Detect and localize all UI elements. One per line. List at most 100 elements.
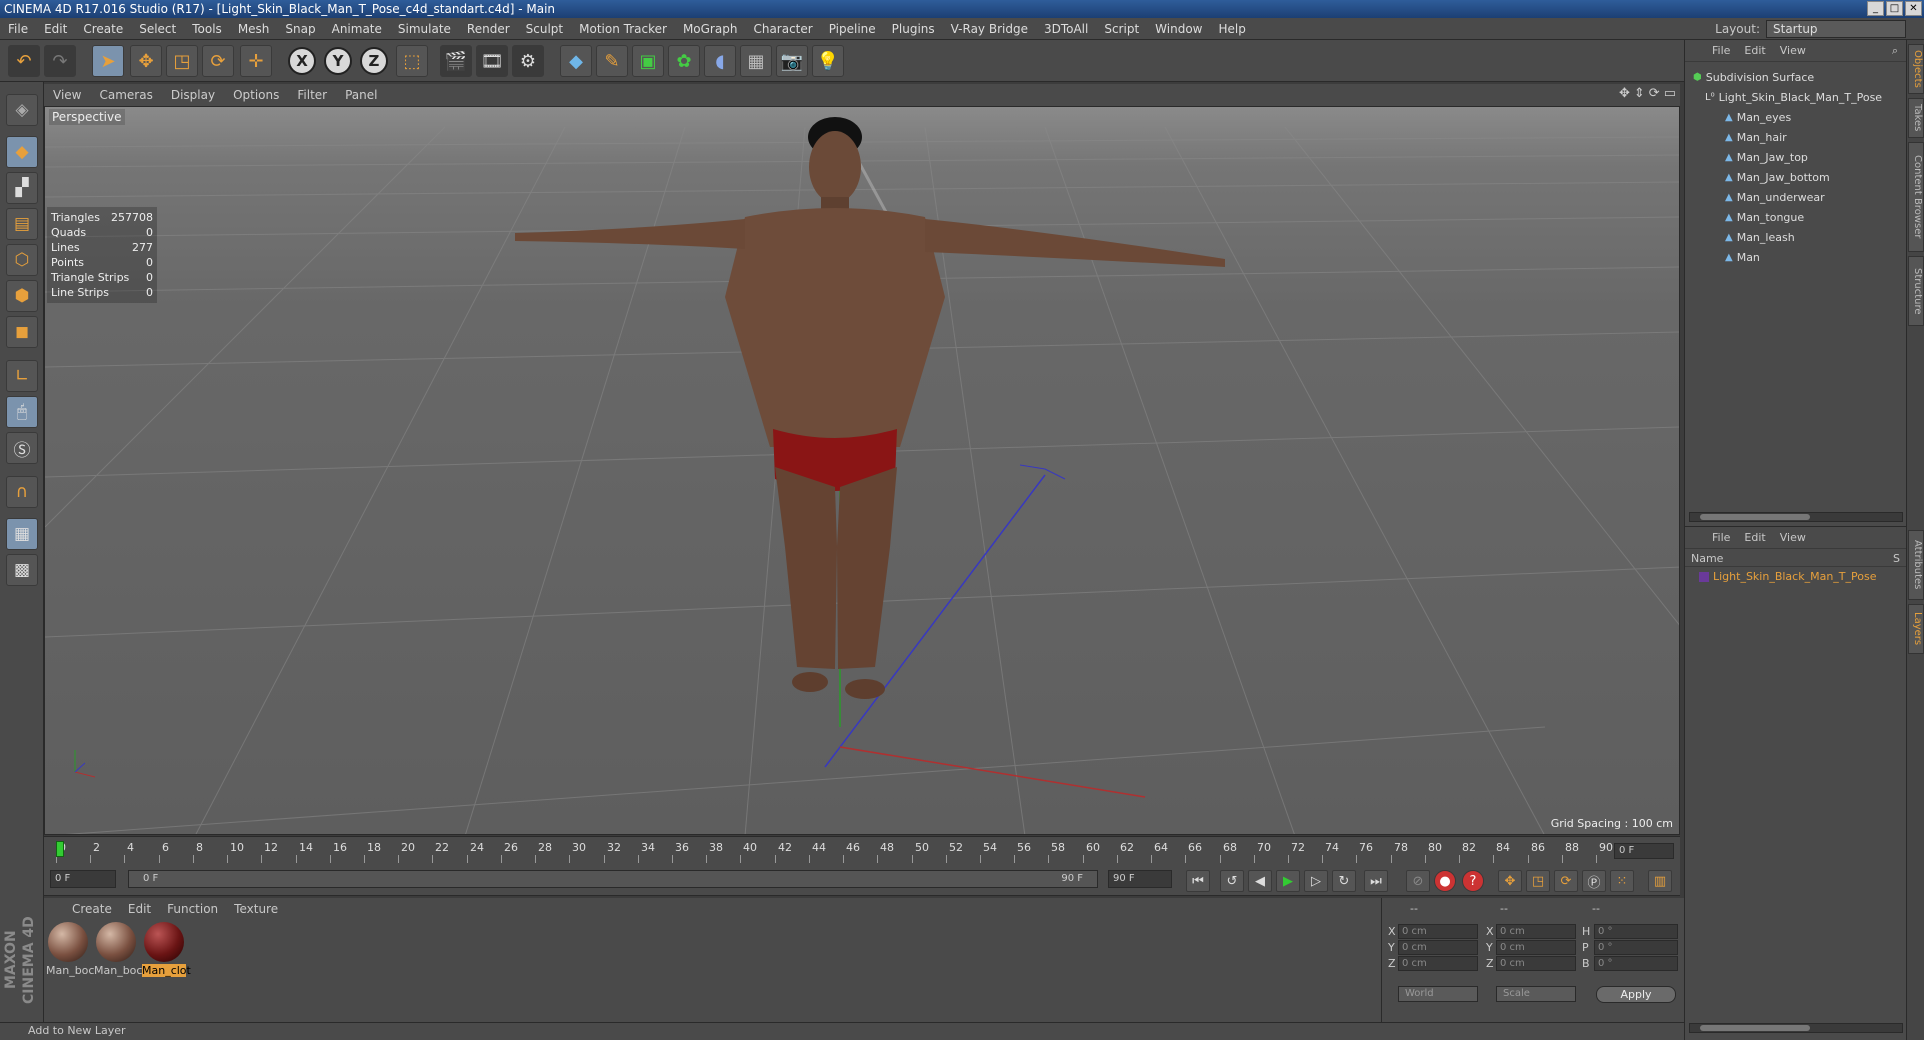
menu-mesh[interactable]: Mesh bbox=[230, 22, 278, 36]
render-picture-viewer-icon[interactable]: 🎞 bbox=[476, 45, 508, 77]
menu-pipeline[interactable]: Pipeline bbox=[821, 22, 884, 36]
menu-animate[interactable]: Animate bbox=[324, 22, 390, 36]
search-icon[interactable]: ⌕ bbox=[1885, 44, 1906, 58]
tree-item-mesh[interactable]: ▲ Man_Jaw_top bbox=[1725, 150, 1808, 166]
key-position-icon[interactable]: ✥ bbox=[1498, 870, 1522, 892]
redo-icon[interactable]: ↷ bbox=[44, 45, 76, 77]
playhead-marker[interactable] bbox=[56, 841, 64, 857]
current-frame-field[interactable]: 0 F bbox=[50, 870, 116, 888]
scale-icon[interactable]: ◳ bbox=[166, 45, 198, 77]
viewport-menu-view[interactable]: View bbox=[44, 88, 90, 102]
minimize-button[interactable]: _ bbox=[1867, 1, 1884, 16]
rotation-p-field[interactable]: 0 ° bbox=[1594, 940, 1678, 955]
edges-mode-icon[interactable]: ⬢ bbox=[6, 280, 38, 312]
next-key-icon[interactable]: ↻ bbox=[1332, 870, 1356, 892]
y-axis-icon[interactable]: Y bbox=[324, 47, 352, 75]
material-menu-create[interactable]: Create bbox=[64, 902, 120, 916]
layer-menu-view[interactable]: View bbox=[1773, 531, 1813, 544]
menu-3dtoall[interactable]: 3DToAll bbox=[1036, 22, 1096, 36]
menu-select[interactable]: Select bbox=[131, 22, 184, 36]
layer-item[interactable]: Light_Skin_Black_Man_T_Pose bbox=[1699, 569, 1877, 585]
texture-mode-icon[interactable]: ▞ bbox=[6, 172, 38, 204]
menu-snap[interactable]: Snap bbox=[277, 22, 323, 36]
viewport-camera-label[interactable]: Perspective bbox=[49, 109, 125, 125]
position-x-field[interactable]: 0 cm bbox=[1398, 924, 1478, 939]
tweak-mode-icon[interactable]: 🖱 bbox=[6, 396, 38, 428]
snap-icon[interactable]: Ⓢ bbox=[6, 432, 38, 464]
tree-item-mesh[interactable]: ▲ Man_tongue bbox=[1725, 210, 1804, 226]
tab-objects[interactable]: Objects bbox=[1908, 44, 1924, 94]
menu-edit[interactable]: Edit bbox=[36, 22, 75, 36]
tree-item-mesh[interactable]: ▲ Man_eyes bbox=[1725, 110, 1791, 126]
key-scale-icon[interactable]: ◳ bbox=[1526, 870, 1550, 892]
material-item-selected[interactable]: Man_clot bbox=[142, 922, 191, 982]
position-y-field[interactable]: 0 cm bbox=[1398, 940, 1478, 955]
key-pla-icon[interactable]: ⁙ bbox=[1610, 870, 1634, 892]
maximize-button[interactable]: □ bbox=[1886, 1, 1903, 16]
pan-icon[interactable]: ✥ bbox=[1619, 86, 1630, 101]
menu-render[interactable]: Render bbox=[459, 22, 518, 36]
tab-content-browser[interactable]: Content Browser bbox=[1908, 142, 1924, 252]
tree-item-mesh[interactable]: ▲ Man bbox=[1725, 250, 1760, 266]
deformer-icon[interactable]: ◖ bbox=[704, 45, 736, 77]
tree-item-mesh[interactable]: ▲ Man_leash bbox=[1725, 230, 1795, 246]
key-rotation-icon[interactable]: ⟳ bbox=[1554, 870, 1578, 892]
record-active-icon[interactable]: ● bbox=[1434, 870, 1456, 892]
material-menu-texture[interactable]: Texture bbox=[226, 902, 286, 916]
coordinate-space-dropdown[interactable]: World bbox=[1398, 986, 1478, 1002]
floor-icon[interactable]: ▦ bbox=[740, 45, 772, 77]
layer-menu-file[interactable]: File bbox=[1705, 531, 1737, 544]
menu-mograph[interactable]: MoGraph bbox=[675, 22, 746, 36]
polygons-mode-icon[interactable]: ◼ bbox=[6, 316, 38, 348]
planar-workplane-icon[interactable]: ▩ bbox=[6, 554, 38, 586]
move-icon[interactable]: ✥ bbox=[130, 45, 162, 77]
object-menu-edit[interactable]: Edit bbox=[1737, 44, 1772, 57]
tab-structure[interactable]: Structure bbox=[1908, 256, 1924, 326]
toggle-view-icon[interactable]: ▭ bbox=[1664, 86, 1676, 101]
axis-mode-icon[interactable]: ∟ bbox=[6, 360, 38, 392]
rotation-b-field[interactable]: 0 ° bbox=[1594, 956, 1678, 971]
play-icon[interactable]: ▶ bbox=[1276, 870, 1300, 892]
autokey-icon[interactable]: ? bbox=[1462, 870, 1484, 892]
make-editable-icon[interactable]: ◈ bbox=[6, 94, 38, 126]
tree-item-mesh[interactable]: ▲ Man_hair bbox=[1725, 130, 1787, 146]
menu-script[interactable]: Script bbox=[1096, 22, 1147, 36]
lock-workplane-icon[interactable]: ▦ bbox=[6, 518, 38, 550]
zoom-icon[interactable]: ⇕ bbox=[1634, 86, 1645, 101]
viewport-menu-panel[interactable]: Panel bbox=[336, 88, 386, 102]
timeline-frame-field[interactable]: 0 F bbox=[1614, 843, 1674, 859]
timeline-ruler[interactable]: 0246810121416182022242628303234363840424… bbox=[44, 836, 1680, 864]
menu-vray-bridge[interactable]: V-Ray Bridge bbox=[943, 22, 1036, 36]
x-axis-icon[interactable]: X bbox=[288, 47, 316, 75]
max-frame-field[interactable]: 90 F bbox=[1108, 870, 1172, 888]
tab-attributes[interactable]: Attributes bbox=[1908, 530, 1924, 600]
material-menu-function[interactable]: Function bbox=[159, 902, 226, 916]
frame-range-slider[interactable]: 0 F 90 F bbox=[128, 870, 1098, 888]
position-z-field[interactable]: 0 cm bbox=[1398, 956, 1478, 971]
z-axis-icon[interactable]: Z bbox=[360, 47, 388, 75]
render-settings-icon[interactable]: ⚙ bbox=[512, 45, 544, 77]
menu-tools[interactable]: Tools bbox=[184, 22, 230, 36]
tree-item-root[interactable]: L⁰ Light_Skin_Black_Man_T_Pose bbox=[1705, 90, 1882, 106]
points-mode-icon[interactable]: ⬡ bbox=[6, 244, 38, 276]
close-button[interactable]: ✕ bbox=[1905, 1, 1922, 16]
subdivision-icon[interactable]: ▣ bbox=[632, 45, 664, 77]
menu-sculpt[interactable]: Sculpt bbox=[518, 22, 571, 36]
menu-window[interactable]: Window bbox=[1147, 22, 1210, 36]
viewport-menu-cameras[interactable]: Cameras bbox=[90, 88, 161, 102]
viewport-menu-display[interactable]: Display bbox=[162, 88, 224, 102]
cube-icon[interactable]: ◆ bbox=[560, 45, 592, 77]
rotate-icon[interactable]: ⟳ bbox=[202, 45, 234, 77]
menu-help[interactable]: Help bbox=[1210, 22, 1253, 36]
scroll-thumb[interactable] bbox=[1700, 1025, 1810, 1031]
transform-icon[interactable]: ✛ bbox=[240, 45, 272, 77]
previous-frame-icon[interactable]: ◀ bbox=[1248, 870, 1272, 892]
camera-icon[interactable]: 📷 bbox=[776, 45, 808, 77]
previous-key-icon[interactable]: ↺ bbox=[1220, 870, 1244, 892]
tab-takes[interactable]: Takes bbox=[1908, 98, 1924, 138]
tree-item-subdivision[interactable]: ⬢ Subdivision Surface bbox=[1693, 70, 1814, 86]
menu-character[interactable]: Character bbox=[745, 22, 820, 36]
coordinate-system-icon[interactable]: ⬚ bbox=[396, 45, 428, 77]
orbit-icon[interactable]: ⟳ bbox=[1649, 86, 1660, 101]
apply-button[interactable]: Apply bbox=[1596, 986, 1676, 1003]
